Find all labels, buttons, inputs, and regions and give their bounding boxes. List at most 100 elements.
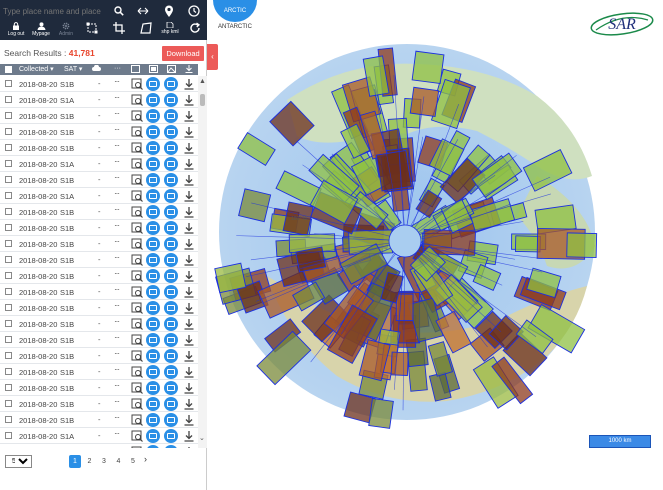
image-toggle-icon[interactable] xyxy=(164,397,178,411)
preview-icon[interactable] xyxy=(131,414,143,426)
preview-icon[interactable] xyxy=(131,238,143,250)
bbox-tool-button[interactable] xyxy=(80,22,104,40)
preview-header-icon[interactable] xyxy=(131,65,140,75)
row-checkbox[interactable] xyxy=(5,224,12,231)
image-toggle-icon[interactable] xyxy=(164,237,178,251)
download-icon[interactable] xyxy=(183,382,195,394)
more-options-icon[interactable]: ··· xyxy=(114,301,120,310)
more-options-icon[interactable]: ··· xyxy=(114,189,120,198)
preview-icon[interactable] xyxy=(131,318,143,330)
image-toggle-icon[interactable] xyxy=(164,141,178,155)
download-icon[interactable] xyxy=(183,430,195,442)
more-options-icon[interactable]: ··· xyxy=(114,269,120,278)
download-icon[interactable] xyxy=(183,302,195,314)
download-icon[interactable] xyxy=(183,158,195,170)
preview-icon[interactable] xyxy=(131,174,143,186)
row-checkbox[interactable] xyxy=(5,96,12,103)
download-icon[interactable] xyxy=(183,174,195,186)
download-icon[interactable] xyxy=(183,206,195,218)
polar-map[interactable]: 180° W xyxy=(207,36,663,444)
footprint-swath[interactable] xyxy=(411,50,445,85)
image-toggle-icon[interactable] xyxy=(164,173,178,187)
preview-icon[interactable] xyxy=(131,334,143,346)
footprint-toggle-icon[interactable] xyxy=(146,125,160,139)
table-row[interactable]: 2018-08-20S1B-··· xyxy=(0,124,198,140)
preview-icon[interactable] xyxy=(131,446,143,448)
footprint-toggle-icon[interactable] xyxy=(146,253,160,267)
row-checkbox[interactable] xyxy=(5,144,12,151)
image-toggle-icon[interactable] xyxy=(164,429,178,443)
table-row[interactable]: 2018-08-20S1B-··· xyxy=(0,316,198,332)
download-all-icon[interactable] xyxy=(185,65,193,75)
scroll-down-icon[interactable]: ⌄ xyxy=(199,434,205,442)
footprint-toggle-icon[interactable] xyxy=(146,301,160,315)
preview-icon[interactable] xyxy=(131,366,143,378)
footprint-toggle-icon[interactable] xyxy=(146,77,160,91)
polygon-tool-button[interactable] xyxy=(134,22,158,40)
row-checkbox[interactable] xyxy=(5,256,12,263)
image-toggle-icon[interactable] xyxy=(164,189,178,203)
download-icon[interactable] xyxy=(183,222,195,234)
preview-icon[interactable] xyxy=(131,110,143,122)
footprint-toggle-icon[interactable] xyxy=(146,445,160,448)
footprint-swath[interactable] xyxy=(375,149,412,192)
table-row[interactable]: 2018-08-20S1B-··· xyxy=(0,252,198,268)
more-options-icon[interactable]: ··· xyxy=(114,285,120,294)
collected-header[interactable]: Collected ▾ xyxy=(19,65,54,73)
footprint-toggle-icon[interactable] xyxy=(146,397,160,411)
tab-arctic[interactable]: ARCTIC xyxy=(213,0,257,22)
footprint-toggle-icon[interactable] xyxy=(146,429,160,443)
more-options-icon[interactable]: ··· xyxy=(114,141,120,150)
image-toggle-icon[interactable] xyxy=(164,365,178,379)
more-options-icon[interactable]: ··· xyxy=(114,173,120,182)
image-toggle-icon[interactable] xyxy=(164,301,178,315)
download-icon[interactable] xyxy=(183,270,195,282)
download-icon[interactable] xyxy=(183,350,195,362)
download-icon[interactable] xyxy=(183,94,195,106)
table-row[interactable]: 2018-08-20S1B-··· xyxy=(0,220,198,236)
preview-icon[interactable] xyxy=(131,222,143,234)
place-search-input[interactable] xyxy=(3,4,107,18)
more-options-icon[interactable]: ··· xyxy=(114,445,120,448)
download-icon[interactable] xyxy=(183,446,195,448)
footprint-swath[interactable] xyxy=(409,86,440,118)
row-checkbox[interactable] xyxy=(5,160,12,167)
row-checkbox[interactable] xyxy=(5,272,12,279)
more-options-icon[interactable]: ··· xyxy=(114,317,120,326)
row-checkbox[interactable] xyxy=(5,368,12,375)
download-icon[interactable] xyxy=(183,254,195,266)
table-row[interactable]: 2018-08-20S1B-··· xyxy=(0,444,198,448)
footprint-toggle-icon[interactable] xyxy=(146,205,160,219)
download-icon[interactable] xyxy=(183,286,195,298)
table-row[interactable]: 2018-08-20S1B-··· xyxy=(0,380,198,396)
row-checkbox[interactable] xyxy=(5,128,12,135)
location-pin-icon[interactable] xyxy=(161,3,177,19)
download-icon[interactable] xyxy=(183,142,195,154)
table-scrollbar[interactable]: ▲ ⌄ xyxy=(198,76,207,448)
more-options-icon[interactable]: ··· xyxy=(114,221,120,230)
image-toggle-icon[interactable] xyxy=(164,269,178,283)
preview-icon[interactable] xyxy=(131,398,143,410)
refresh-button[interactable] xyxy=(183,22,207,40)
table-row[interactable]: 2018-08-20S1B-··· xyxy=(0,300,198,316)
download-icon[interactable] xyxy=(183,414,195,426)
row-checkbox[interactable] xyxy=(5,176,12,183)
footprint-toggle-icon[interactable] xyxy=(146,349,160,363)
preview-icon[interactable] xyxy=(131,430,143,442)
more-options-icon[interactable]: ··· xyxy=(114,413,120,422)
row-checkbox[interactable] xyxy=(5,336,12,343)
image-toggle-icon[interactable] xyxy=(164,205,178,219)
more-options-icon[interactable]: ··· xyxy=(114,93,120,102)
footprint-toggle-icon[interactable] xyxy=(146,413,160,427)
scrollbar-thumb[interactable] xyxy=(200,94,205,106)
swap-arrows-icon[interactable] xyxy=(135,3,151,19)
download-icon[interactable] xyxy=(183,190,195,202)
more-options-icon[interactable]: ··· xyxy=(114,397,120,406)
image-toggle-icon[interactable] xyxy=(164,317,178,331)
preview-icon[interactable] xyxy=(131,382,143,394)
download-icon[interactable] xyxy=(183,318,195,330)
page-2[interactable]: 2 xyxy=(84,455,96,468)
table-row[interactable]: 2018-08-20S1B-··· xyxy=(0,364,198,380)
row-checkbox[interactable] xyxy=(5,80,12,87)
image-toggle-icon[interactable] xyxy=(164,109,178,123)
